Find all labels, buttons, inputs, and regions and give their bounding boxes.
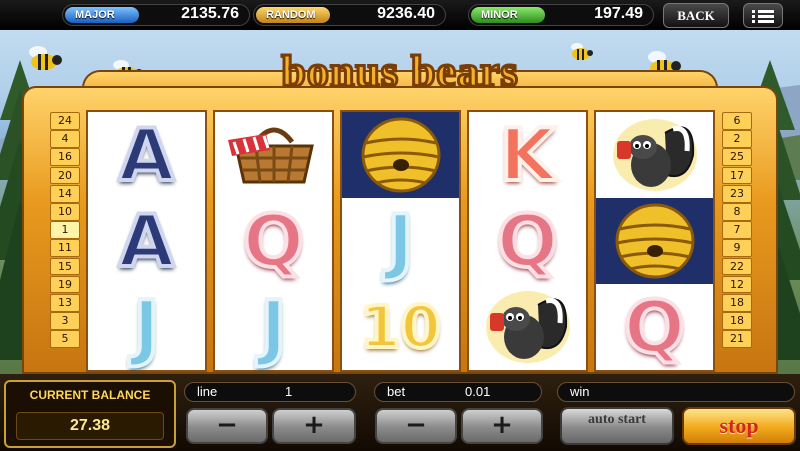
symbol-q: Q [495,197,560,285]
payline-number[interactable]: 19 [50,275,80,294]
payline-number[interactable]: 10 [50,202,80,221]
auto-start-label: auto start [588,412,646,427]
stop-button[interactable]: stop [682,407,796,445]
payline-number[interactable]: 2 [722,130,752,148]
payline-number[interactable]: 24 [50,112,80,130]
beehive-icon [342,112,459,198]
symbol-q: Q [241,197,306,285]
balance-value: 27.38 [16,412,164,440]
jackpot-random-value: 9236.40 [377,5,435,22]
symbol-j: J [131,283,162,371]
bet-field: bet 0.01 [374,382,542,402]
payline-number[interactable]: 22 [722,257,752,276]
control-panel: CURRENT BALANCE 27.38 line 1 bet 0.01 wi… [0,374,800,451]
payline-number[interactable]: 18 [722,293,752,312]
hamburger-menu-icon [752,10,755,13]
reels-area: A A J Q J J 10 K Q Q [86,110,716,372]
bet-decrease-button[interactable]: − [375,408,457,444]
bet-value: 0.01 [465,384,491,399]
symbol-k: K [498,111,558,199]
back-button[interactable]: BACK [663,3,729,28]
win-label: win [570,384,590,399]
skunk-icon [469,284,586,370]
payline-number[interactable]: 6 [722,112,752,130]
jackpot-minor-label: MINOR [471,7,545,23]
payline-number[interactable]: 1 [50,221,80,239]
payline-number[interactable]: 8 [722,202,752,221]
line-decrease-button[interactable]: − [186,408,268,444]
win-field: win [557,382,795,402]
symbol-j: J [258,283,289,371]
jackpot-random-label: RANDOM [256,7,330,23]
payline-number[interactable]: 21 [722,330,752,349]
payline-number[interactable]: 25 [722,148,752,167]
payline-number[interactable]: 20 [50,166,80,185]
symbol-a: A [117,111,177,199]
top-bar: MAJOR 2135.76 RANDOM 9236.40 MINOR 197.4… [0,0,800,30]
reel-5: Q [594,110,715,372]
reel-2: Q J [213,110,334,372]
bee-icon [29,46,62,70]
reel-1: A A J [86,110,207,372]
symbol-j: J [385,197,416,285]
jackpot-random: RANDOM 9236.40 [253,4,446,26]
payline-number[interactable]: 4 [50,130,80,148]
payline-number[interactable]: 23 [722,184,752,203]
jackpot-minor-value: 197.49 [594,5,643,22]
payline-number[interactable]: 11 [50,239,80,258]
payline-number[interactable]: 14 [50,184,80,203]
symbol-10: 10 [358,291,443,363]
balance-box: CURRENT BALANCE 27.38 [4,380,176,448]
symbol-a: A [117,197,177,285]
balance-label: CURRENT BALANCE [29,388,151,402]
payline-number[interactable]: 15 [50,257,80,276]
jackpot-major: MAJOR 2135.76 [62,4,250,26]
payline-numbers-right: 6 2 25 17 23 8 7 9 22 12 18 18 21 [722,112,752,372]
payline-number[interactable]: 5 [50,330,80,349]
payline-number[interactable]: 18 [722,312,752,330]
picnic-basket-icon [215,112,332,198]
reel-4: K Q [467,110,588,372]
line-increase-button[interactable]: + [272,408,356,444]
payline-numbers-left: 24 4 16 20 14 10 1 11 15 19 13 3 5 [50,112,80,372]
jackpot-major-label: MAJOR [65,7,139,23]
payline-number[interactable]: 16 [50,148,80,167]
bet-label: bet [387,384,406,399]
jackpot-major-value: 2135.76 [181,5,239,22]
payline-number[interactable]: 17 [722,166,752,185]
auto-start-button[interactable]: auto start [560,407,674,445]
symbol-q: Q [622,283,687,371]
line-label: line [197,384,218,399]
payline-number[interactable]: 12 [722,275,752,294]
bet-increase-button[interactable]: + [461,408,543,444]
payline-number[interactable]: 7 [722,221,752,239]
payline-number[interactable]: 9 [722,239,752,258]
reel-3: J 10 [340,110,461,372]
line-value: 1 [285,384,293,399]
skunk-icon [596,112,713,198]
payline-number[interactable]: 13 [50,293,80,312]
menu-button[interactable] [743,3,783,28]
line-field: line 1 [184,382,356,402]
payline-number[interactable]: 3 [50,312,80,330]
game-logo: bonus bears [200,42,600,104]
jackpot-minor: MINOR 197.49 [468,4,654,26]
logo-text: bonus bears [280,46,519,98]
beehive-icon [596,198,713,284]
